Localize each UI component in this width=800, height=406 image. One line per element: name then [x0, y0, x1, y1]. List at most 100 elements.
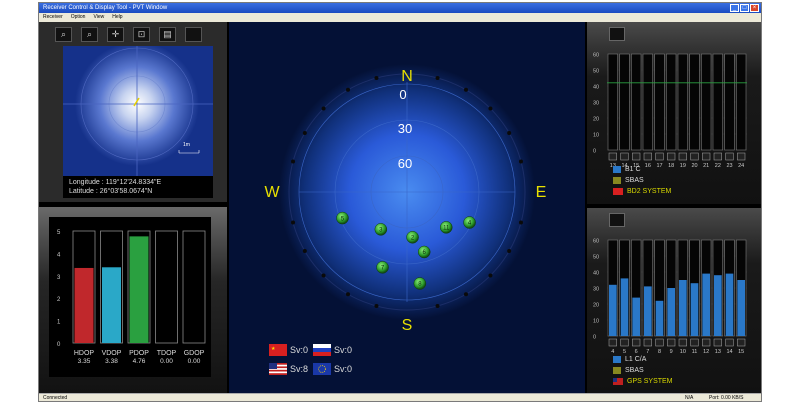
satellite-marker[interactable]: 6 [417, 245, 431, 259]
dop-bar-value: 0.00 [188, 358, 201, 365]
prn-checkbox[interactable] [655, 338, 664, 347]
prn-checkbox[interactable] [667, 152, 676, 161]
prn-checkbox[interactable] [702, 152, 711, 161]
prn-checkbox[interactable] [643, 152, 652, 161]
satellite-marker[interactable]: 4 [463, 216, 476, 229]
satellite-marker[interactable]: 11 [439, 221, 453, 234]
china-sv-count: Sv:0 [290, 345, 309, 355]
zoom-in-icon[interactable]: ⌕ [55, 27, 72, 42]
azimuth-tick [346, 87, 350, 92]
satellite-marker[interactable]: 3 [374, 223, 388, 236]
satellite-marker[interactable]: 5 [336, 211, 349, 225]
prn-checkbox[interactable] [725, 338, 734, 347]
signal-bar-frame [701, 53, 712, 151]
azimuth-tick [464, 87, 468, 92]
crosshair-icon[interactable]: ✛ [107, 27, 124, 42]
dop-bar-value: 4.76 [133, 358, 146, 365]
signal-bar [667, 288, 675, 336]
signal-y-tick: 20 [593, 117, 599, 123]
prn-checkbox[interactable] [737, 152, 746, 161]
bd2-legend-sbas-label: SBAS [625, 177, 644, 184]
satellite-marker[interactable]: 2 [406, 231, 419, 244]
menu-view[interactable]: View [93, 13, 104, 22]
menu-help[interactable]: Help [112, 13, 122, 22]
longitude-label: Longitude : [69, 179, 104, 186]
coordinates-readout: Longitude : 119°12'24.8334"E Latitude : … [63, 176, 213, 198]
menu-receiver[interactable]: Receiver [43, 13, 63, 22]
prn-label: 22 [715, 163, 721, 169]
prn-checkbox[interactable] [678, 338, 687, 347]
signal-y-tick: 10 [593, 319, 599, 325]
prn-checkbox[interactable] [713, 152, 722, 161]
dop-y-tick: 3 [57, 275, 61, 281]
sky-plot-panel: N S E W 0 30 60 5 3 2 11 4 6 7 8 ★ Sv:0 Sv:0 Sv… [229, 22, 585, 393]
prn-checkbox[interactable] [737, 338, 746, 347]
sbas-swatch [613, 367, 621, 374]
fit-icon[interactable]: ⊡ [133, 27, 150, 42]
usa-flag-icon [613, 378, 623, 385]
dop-bar-frame [155, 230, 178, 344]
delete-icon[interactable]: ▤ [159, 27, 176, 42]
prn-checkbox[interactable] [667, 338, 676, 347]
blank-icon[interactable] [185, 27, 202, 42]
map-toolbar: ⌕ ⌕ ✛ ⊡ ▤ [55, 27, 202, 42]
prn-checkbox[interactable] [643, 338, 652, 347]
signal-bars-icon[interactable] [609, 27, 625, 41]
prn-label: 8 [658, 349, 661, 355]
prn-label: 20 [691, 163, 697, 169]
status-port: Port: 0.00 KB/S [709, 395, 744, 401]
azimuth-tick [507, 131, 512, 135]
bd2-signal-panel: 6050403020100131415161718192021222324 B1… [587, 22, 761, 204]
prn-checkbox[interactable] [725, 152, 734, 161]
dop-bar-label: VDOP [102, 350, 122, 357]
zoom-out-icon[interactable]: ⌕ [81, 27, 98, 42]
prn-label: 10 [680, 349, 686, 355]
prn-checkbox[interactable] [608, 338, 617, 347]
prn-label: 6 [635, 349, 638, 355]
gps-system-label: GPS SYSTEM [627, 378, 673, 385]
china-system: ★ Sv:0 [269, 344, 308, 356]
maximize-button[interactable]: □ [740, 4, 749, 12]
signal-bar [714, 275, 722, 336]
signal-y-tick: 40 [593, 85, 599, 91]
dop-bar-label: HDOP [74, 350, 95, 357]
gps-signal-panel: 60 50 40 30 20 10 0 4 5 6 7 8 9 10 11 12 13 14 15 L1 C/A S… [587, 208, 761, 393]
satellite-marker[interactable]: 7 [376, 261, 389, 274]
prn-label: 24 [738, 163, 744, 169]
bd2-legend-system: BD2 SYSTEM [613, 188, 671, 195]
prn-checkbox[interactable] [678, 152, 687, 161]
longitude-value: 119°12'24.8334"E [105, 179, 162, 186]
azimuth-tick [518, 159, 523, 164]
usa-flag-icon [269, 363, 287, 375]
elevation-30-label: 30 [398, 121, 412, 136]
prn-checkbox[interactable] [632, 338, 641, 347]
position-panel: ⌕ ⌕ ✛ ⊡ ▤ 1m Longitude: 119°12'24.8334"… [39, 22, 227, 202]
prn-checkbox[interactable] [690, 338, 699, 347]
prn-label: 7 [646, 349, 649, 355]
position-map[interactable]: 1m [63, 46, 213, 176]
title-bar: Receiver Control & Display Tool - PVT Wi… [39, 3, 761, 13]
prn-checkbox[interactable] [620, 338, 629, 347]
prn-checkbox[interactable] [608, 152, 617, 161]
minimize-button[interactable]: _ [730, 4, 739, 12]
prn-checkbox[interactable] [713, 338, 722, 347]
usa-sv-count: Sv:8 [290, 364, 309, 374]
connection-status: Connected [43, 395, 68, 401]
azimuth-tick [302, 131, 307, 135]
prn-checkbox[interactable] [655, 152, 664, 161]
menu-option[interactable]: Option [71, 13, 86, 22]
azimuth-tick [291, 220, 296, 225]
signal-bars-icon[interactable] [609, 213, 625, 227]
satellite-marker[interactable]: 8 [413, 277, 427, 290]
signal-bar-frame [666, 53, 677, 151]
prn-checkbox[interactable] [702, 338, 711, 347]
main-content: ⌕ ⌕ ✛ ⊡ ▤ 1m Longitude: 119°12'24.8334"… [39, 22, 761, 393]
dop-bar-value: 0.00 [160, 358, 173, 365]
prn-label: 12 [703, 349, 709, 355]
prn-checkbox[interactable] [620, 152, 629, 161]
prn-checkbox[interactable] [690, 152, 699, 161]
dop-y-tick: 5 [57, 230, 61, 236]
close-button[interactable]: × [750, 4, 759, 12]
azimuth-tick [435, 303, 440, 308]
prn-checkbox[interactable] [632, 152, 641, 161]
